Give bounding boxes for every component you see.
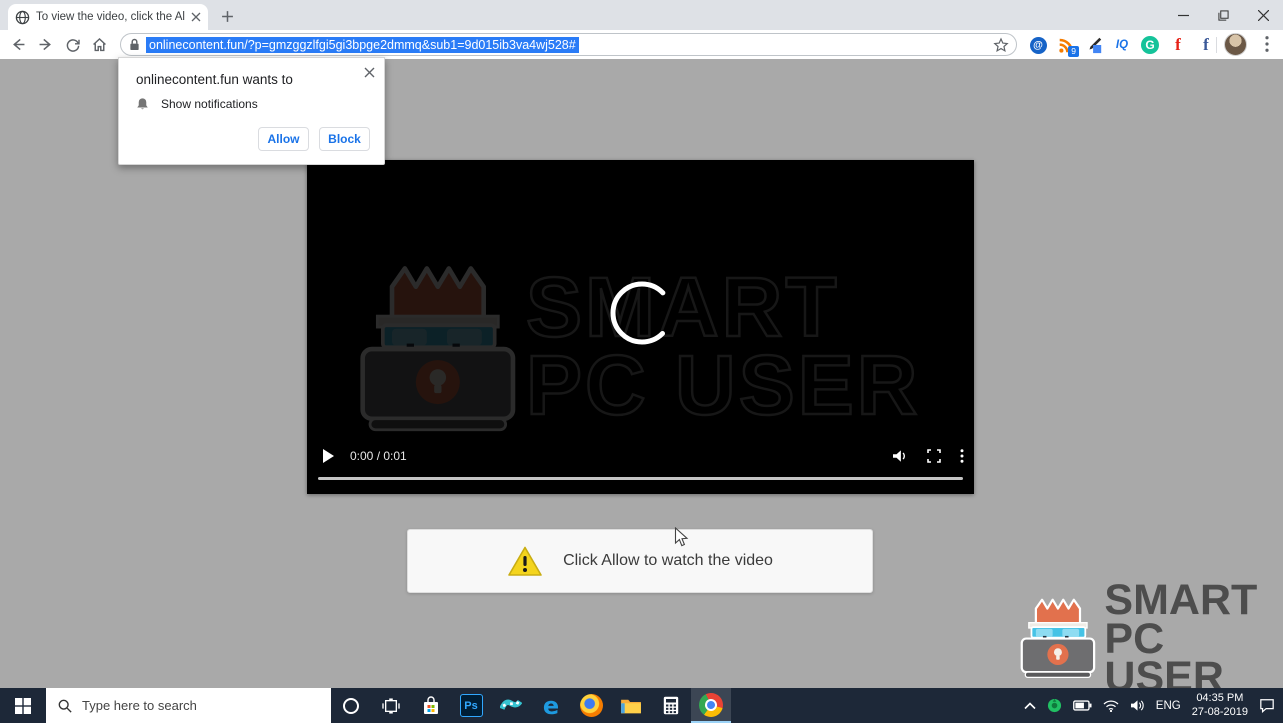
video-menu-icon[interactable] — [960, 449, 964, 463]
extension-f-blue-icon[interactable]: f — [1195, 34, 1217, 56]
bookmark-star-icon[interactable] — [993, 37, 1009, 53]
fullscreen-icon[interactable] — [927, 449, 941, 463]
popup-title: onlinecontent.fun wants to — [136, 72, 293, 87]
browser-tab[interactable]: To view the video, click the Allow — [8, 4, 208, 30]
start-button[interactable] — [0, 688, 46, 723]
tab-close-icon[interactable] — [191, 12, 201, 22]
smart-pc-user-mascot-icon — [1020, 594, 1099, 684]
window-close-button[interactable] — [1243, 0, 1283, 30]
popup-request-text: Show notifications — [161, 97, 258, 111]
block-button[interactable]: Block — [319, 127, 370, 151]
windows-taskbar: Ps e ENG 04:35 PM 27-0 — [0, 688, 1283, 723]
video-progress-bar[interactable] — [318, 477, 963, 480]
browser-toolbar: onlinecontent.fun/?p=gmzggzlfgi5gi3bpge2… — [0, 30, 1283, 59]
lock-icon[interactable] — [129, 38, 140, 51]
tray-chevron-icon[interactable] — [1024, 702, 1036, 710]
url-text[interactable]: onlinecontent.fun/?p=gmzggzlfgi5gi3bpge2… — [146, 37, 579, 53]
window-minimize-button[interactable] — [1163, 0, 1203, 30]
click-allow-message: Click Allow to watch the video — [407, 529, 873, 593]
clock-time: 04:35 PM — [1192, 692, 1248, 706]
window-controls — [1163, 0, 1283, 30]
extension-grammarly-icon[interactable]: G — [1139, 34, 1161, 56]
video-watermark-logo — [359, 252, 524, 448]
brand-text: SMART PC USER — [1104, 581, 1283, 697]
clock[interactable]: 04:35 PM 27-08-2019 — [1192, 692, 1248, 720]
reload-button[interactable] — [60, 32, 85, 57]
extension-colorpicker-icon[interactable] — [1083, 34, 1105, 56]
file-explorer-button[interactable] — [611, 688, 651, 723]
action-center-icon[interactable] — [1259, 698, 1275, 713]
extension-badge: 9 — [1068, 46, 1079, 57]
new-tab-button[interactable] — [218, 7, 236, 25]
mouse-cursor — [674, 527, 689, 548]
allow-button[interactable]: Allow — [258, 127, 309, 151]
extension-iq-icon[interactable]: IQ — [1111, 34, 1133, 56]
volume-icon[interactable] — [892, 449, 908, 463]
toolbar-separator — [1216, 37, 1217, 53]
notification-permission-popup: onlinecontent.fun wants to Show notifica… — [118, 57, 385, 165]
photoshop-button[interactable]: Ps — [451, 688, 491, 723]
back-button[interactable] — [6, 32, 31, 57]
firefox-button[interactable] — [571, 688, 611, 723]
extension-f-red-icon[interactable]: f — [1167, 34, 1189, 56]
warning-icon — [507, 545, 543, 578]
address-bar[interactable]: onlinecontent.fun/?p=gmzggzlfgi5gi3bpge2… — [120, 33, 1017, 56]
volume-tray-icon[interactable] — [1130, 699, 1145, 712]
window-maximize-button[interactable] — [1203, 0, 1243, 30]
edge-button[interactable]: e — [531, 688, 571, 723]
calculator-button[interactable] — [651, 688, 691, 723]
extension-at-icon[interactable]: @ — [1027, 34, 1049, 56]
movie-maker-button[interactable] — [491, 688, 531, 723]
task-view-button[interactable] — [371, 688, 411, 723]
tab-title: To view the video, click the Allow — [36, 11, 185, 23]
home-button[interactable] — [87, 32, 112, 57]
language-indicator[interactable]: ENG — [1156, 700, 1181, 712]
extensions-row: @ 9 IQ G f f — [1027, 33, 1217, 57]
search-icon — [58, 699, 72, 713]
play-button[interactable] — [322, 449, 334, 463]
system-tray: ENG 04:35 PM 27-08-2019 — [1024, 688, 1283, 723]
chrome-button[interactable] — [691, 688, 731, 723]
chrome-menu-icon[interactable] — [1256, 33, 1278, 55]
bell-icon — [136, 97, 149, 111]
browser-titlebar: To view the video, click the Allow — [0, 0, 1283, 30]
extension-rss-icon[interactable]: 9 — [1055, 34, 1077, 56]
wifi-icon[interactable] — [1103, 700, 1119, 712]
search-input[interactable] — [82, 698, 302, 713]
click-allow-text: Click Allow to watch the video — [563, 552, 773, 570]
taskbar-search-box[interactable] — [46, 688, 331, 723]
clock-date: 27-08-2019 — [1192, 706, 1248, 720]
profile-avatar[interactable] — [1224, 33, 1247, 56]
smart-pc-user-logo: SMART PC USER — [1020, 593, 1283, 685]
forward-button[interactable] — [33, 32, 58, 57]
video-controls: 0:00 / 0:01 — [307, 444, 974, 468]
battery-icon[interactable] — [1073, 700, 1092, 711]
tray-app-icon[interactable] — [1047, 698, 1062, 713]
popup-close-icon[interactable] — [362, 65, 376, 79]
video-watermark: SMART PC USER — [526, 268, 920, 424]
loading-spinner — [607, 278, 677, 348]
video-player[interactable]: SMART PC USER 0:00 / 0:01 — [307, 160, 974, 494]
cortana-button[interactable] — [331, 688, 371, 723]
video-time: 0:00 / 0:01 — [350, 449, 407, 463]
globe-favicon-icon — [15, 10, 30, 25]
microsoft-store-button[interactable] — [411, 688, 451, 723]
